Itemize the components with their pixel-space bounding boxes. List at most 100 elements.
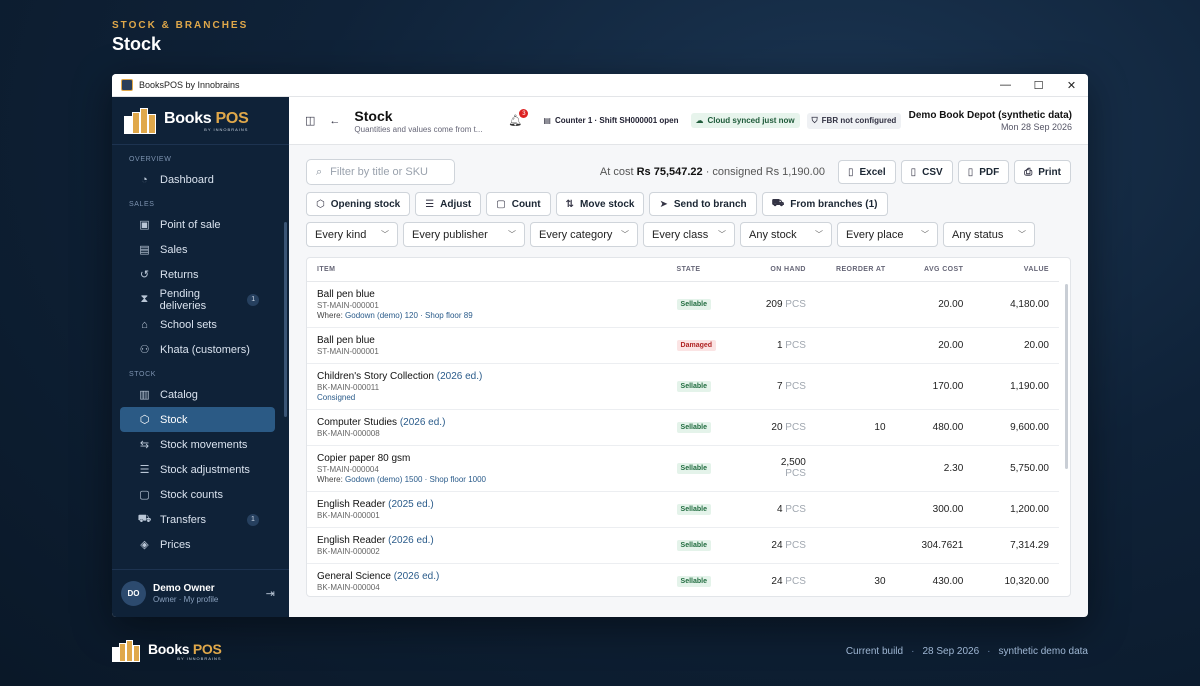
sidebar-item-transfers[interactable]: ⛟ Transfers 1 (120, 507, 275, 532)
sidebar-scrollbar[interactable] (284, 222, 287, 417)
send-to-branch-button[interactable]: ➤ Send to branch (649, 192, 757, 216)
opening-stock-button[interactable]: ⬡ Opening stock (306, 192, 411, 216)
chevron-down-icon: ﹀ (381, 230, 389, 239)
table-row[interactable]: Ball pen blue ST-MAIN-000001 Where: Godown… (307, 281, 1059, 328)
returns-icon: ↺ (139, 269, 150, 281)
table-row[interactable]: English Reader (2026 ed.) BK-MAIN-000002 S… (307, 527, 1059, 564)
table-row[interactable]: Copier paper 80 gsm ST-MAIN-000004 Where: … (307, 445, 1059, 492)
cell-reorder: 30 (815, 563, 896, 596)
page-kicker: STOCK & BRANCHES (112, 20, 249, 31)
sidebar-item-stock[interactable]: ⬡ Stock (120, 407, 275, 432)
truck-icon: ⛟ (771, 197, 785, 209)
sidebar-item-stock-counts[interactable]: ▢ Stock counts (120, 482, 275, 507)
sidebar-item-returns[interactable]: ↺ Returns (120, 262, 275, 287)
pos-icon: ▣ (139, 219, 150, 231)
app-icon (121, 79, 133, 91)
sidebar-item-stock-movements[interactable]: ⇆ Stock movements (120, 432, 275, 457)
item-sku: BK-MAIN-000011 (317, 382, 380, 392)
logout-icon[interactable]: ⇥ (266, 587, 275, 600)
sidebar-item-khata[interactable]: ⚇ Khata (customers) (120, 337, 275, 362)
select-value: Any status (952, 228, 1004, 241)
count-button[interactable]: ▢ Count (486, 192, 551, 216)
sidebar-item-point-of-sale[interactable]: ▣ Point of sale (120, 212, 275, 237)
table-row[interactable]: Computer Studies (2026 ed.) BK-MAIN-00000… (307, 409, 1059, 446)
sidebar-item-label: Catalog (160, 388, 198, 401)
item-sku: BK-MAIN-000004 (317, 582, 380, 592)
sidebar-item-sales[interactable]: ▤ Sales (120, 237, 275, 262)
table-row[interactable]: Children's Story Collection (2026 ed.) BK… (307, 363, 1059, 410)
button-label: Move stock (580, 198, 635, 210)
cell-on-hand: 24 PCS (754, 563, 816, 596)
maximize-icon[interactable]: ☐ (1022, 74, 1055, 97)
fbr-status[interactable]: ⛉ FBR not configured (806, 112, 902, 129)
filter-kind[interactable]: Every kind ﹀ (306, 222, 398, 247)
window-titlebar: BooksPOS by Innobrains — ☐ ✕ (112, 74, 1088, 97)
close-icon[interactable]: ✕ (1055, 74, 1088, 97)
cell-value: 1,200.00 (973, 491, 1059, 528)
cell-state: Sellable (666, 445, 755, 492)
window-title: BooksPOS by Innobrains (139, 80, 240, 90)
sidebar-toggle-icon[interactable]: ◫ (305, 114, 315, 127)
move-stock-button[interactable]: ⇅ Move stock (555, 192, 645, 216)
brand-logo: Books POS BY INNOBRAINS (112, 97, 289, 145)
filter-category[interactable]: Every category ﹀ (530, 222, 638, 247)
table-scrollbar[interactable] (1065, 284, 1068, 469)
col-reorder[interactable]: REORDER AT (815, 258, 896, 282)
brand-name: Books (164, 109, 216, 127)
button-label: Send to branch (673, 198, 747, 210)
sidebar-item-pending-deliveries[interactable]: ⧗ Pending deliveries 1 (120, 287, 275, 312)
sliders-icon: ☰ (425, 198, 435, 210)
where-value: Godown (demo) 120 · Shop floor 89 (345, 310, 473, 320)
counter-status[interactable]: ▤ Counter 1 · Shift SH000001 open (538, 113, 683, 128)
cloud-status[interactable]: ☁ Cloud synced just now (690, 113, 800, 128)
filter-status[interactable]: Any status ﹀ (943, 222, 1035, 247)
item-edition: (2025 ed.) (385, 498, 434, 510)
adjust-button[interactable]: ☰ Adjust (415, 192, 482, 216)
csv-button[interactable]: ▯ CSV (900, 160, 953, 184)
table-row[interactable]: English Reader (2025 ed.) BK-MAIN-000001 S… (307, 491, 1059, 528)
page-title: Stock (354, 107, 393, 124)
notification-count: 3 (519, 109, 529, 118)
sidebar-item-label: School sets (160, 318, 217, 331)
print-button[interactable]: ⎙ Print (1014, 160, 1071, 184)
col-avg-cost[interactable]: AVG COST (895, 258, 974, 282)
col-state[interactable]: STATE (666, 258, 755, 282)
filter-place[interactable]: Every place ﹀ (837, 222, 938, 247)
nav-section-sales: SALES (129, 201, 155, 208)
filter-class[interactable]: Every class ﹀ (643, 222, 735, 247)
col-value[interactable]: VALUE (973, 258, 1059, 282)
search-box[interactable]: ⌕ (306, 159, 455, 185)
excel-button[interactable]: ▯ Excel (837, 160, 896, 184)
filter-publisher[interactable]: Every publisher ﹀ (403, 222, 525, 247)
item-name: Children's Story Collection (2026 ed.) (317, 371, 657, 382)
minimize-icon[interactable]: — (989, 74, 1022, 97)
cell-state: Sellable (666, 281, 755, 328)
bell-icon[interactable]: 🔔︎ 3 (508, 109, 529, 127)
cell-value: 9,600.00 (973, 409, 1059, 446)
user-profile[interactable]: DO Demo Owner Owner · My profile ⇥ (112, 569, 289, 617)
user-role: Owner · My profile (153, 595, 219, 604)
search-input[interactable] (330, 166, 441, 178)
sidebar-item-catalog[interactable]: ▥ Catalog (120, 382, 275, 407)
qty-value: 2,500 (780, 457, 806, 468)
sidebar-item-school-sets[interactable]: ⌂ School sets (120, 312, 275, 337)
col-item[interactable]: ITEM (307, 258, 667, 282)
filter-stock[interactable]: Any stock ﹀ (740, 222, 832, 247)
brand-accent: POS (215, 109, 249, 127)
item-title: Copier paper 80 gsm (317, 452, 411, 464)
sidebar-item-stock-adjustments[interactable]: ☰ Stock adjustments (120, 457, 275, 482)
col-on-hand[interactable]: ON HAND (754, 258, 816, 282)
status-badge: Sellable (676, 463, 712, 474)
qty-value: 7 (776, 380, 783, 392)
pdf-button[interactable]: ▯ PDF (957, 160, 1010, 184)
cell-reorder (815, 363, 896, 410)
back-arrow-icon[interactable]: ← (329, 115, 340, 127)
where-label: Where: (317, 474, 346, 484)
table-row[interactable]: General Science (2026 ed.) BK-MAIN-000004… (307, 563, 1059, 596)
cell-reorder (815, 445, 896, 492)
from-branches-button[interactable]: ⛟ From branches (1) (761, 192, 888, 216)
sidebar-item-prices[interactable]: ◈ Prices (120, 532, 275, 557)
sidebar-item-dashboard[interactable]: ◔ Dashboard (120, 167, 275, 192)
table-row[interactable]: Ball pen blue ST-MAIN-000001 Damaged 1 PCS 2… (307, 327, 1059, 364)
sidebar-item-label: Sales (160, 243, 188, 256)
